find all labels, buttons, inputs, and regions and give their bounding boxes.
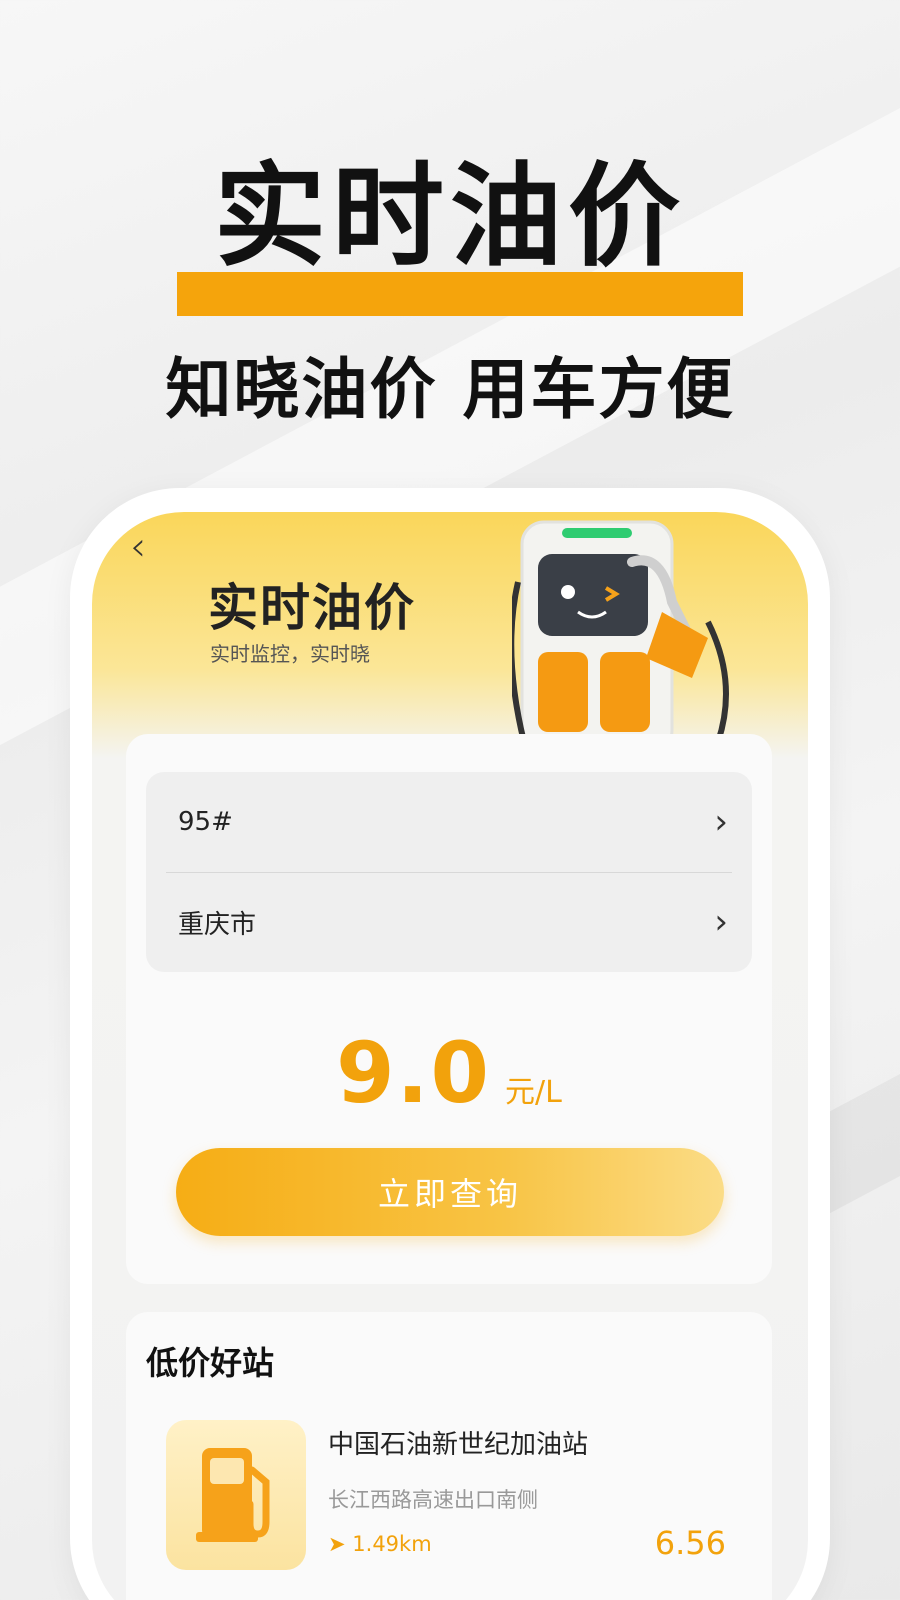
station-name: 中国石油新世纪加油站 xyxy=(328,1430,589,1460)
section-title: 低价好站 xyxy=(146,1344,275,1382)
promo-subtitle: 知晓油价 用车方便 xyxy=(165,351,735,428)
city-selector[interactable]: 重庆市 › xyxy=(146,872,752,972)
navigation-arrow-icon: ➤ xyxy=(328,1532,353,1556)
price-unit: 元/L xyxy=(504,1075,562,1110)
selector-group: 95# › 重庆市 › xyxy=(146,772,752,972)
query-button[interactable]: 立即查询 xyxy=(176,1148,724,1236)
app-screen: ‹ 实时油价 实时监控，实时晓 95# › 重庆市 › 9.0 元/L 立即查询… xyxy=(92,512,808,1600)
station-distance: ➤ 1.49km xyxy=(328,1532,432,1556)
distance-value: 1.49km xyxy=(352,1532,432,1556)
page-title: 实时油价 xyxy=(208,579,416,637)
fuel-type-value: 95# xyxy=(178,807,233,837)
cheap-stations-card: 低价好站 中国石油新世纪加油站 长江西路高速出口南侧 ➤ 1.49km 6.56 xyxy=(126,1312,772,1600)
back-button[interactable]: ‹ xyxy=(130,524,146,570)
station-price: 6.56 xyxy=(654,1524,726,1562)
station-list-item[interactable]: 中国石油新世纪加油站 长江西路高速出口南侧 ➤ 1.49km 6.56 xyxy=(166,1420,746,1570)
fuel-pump-icon xyxy=(196,1448,270,1542)
chevron-left-icon: ‹ xyxy=(130,524,146,570)
promo-title: 实时油价 xyxy=(214,152,686,282)
fuel-pump-illustration xyxy=(512,520,729,742)
price-display: 9.0 元/L xyxy=(126,1024,772,1122)
chevron-right-icon: › xyxy=(714,902,728,942)
city-value: 重庆市 xyxy=(178,909,257,940)
station-thumbnail xyxy=(166,1420,306,1570)
station-address: 长江西路高速出口南侧 xyxy=(328,1488,538,1512)
chevron-right-icon: › xyxy=(714,802,728,842)
price-query-card: 95# › 重庆市 › 9.0 元/L 立即查询 xyxy=(126,734,772,1284)
fuel-type-selector[interactable]: 95# › xyxy=(146,772,752,872)
price-value: 9.0 xyxy=(336,1024,491,1122)
page-subtitle: 实时监控，实时晓 xyxy=(210,642,370,666)
